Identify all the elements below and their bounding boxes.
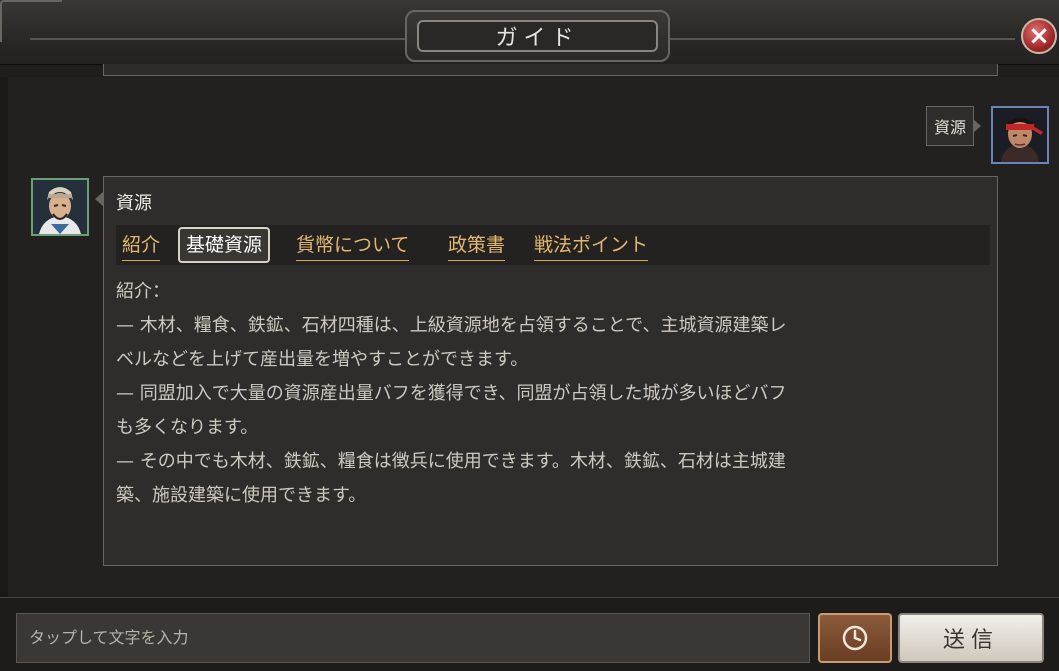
guide-avatar[interactable] [31,178,89,236]
send-button-label: 送信 [942,628,999,653]
user-message-text: 資源 [933,118,966,137]
clock-icon [842,625,868,651]
close-button[interactable]: × [1021,18,1057,54]
message-title: 資源 [116,193,152,214]
body-line: 紹介： [116,281,170,302]
close-icon: × [1028,21,1050,51]
title-ornament-line-left [30,38,405,40]
topic-tabbar: 紹介 基礎資源 貨幣について 政策書 戦法ポイント [116,225,990,265]
left-edge-strip [0,77,8,597]
title-ornament-line-right [670,38,1015,40]
body-line: — 同盟加入で大量の資源産出量バフを獲得でき、同盟が占領した城が多いほどバフ [116,383,787,404]
title-plate-inner: ガイド [417,20,658,52]
body-line: 築、施設建築に使用できます。 [116,485,367,506]
send-button[interactable]: 送信 [898,613,1044,663]
history-button[interactable] [818,613,892,663]
body-line: — その中でも木材、鉄鉱、糧食は徴兵に使用できます。木材、鉄鉱、石材は主城建 [116,451,786,472]
guide-window: ガイド × 資源 資源 紹介 基礎資源 貨幣について 政策書 戦法ポイント 紹介… [0,0,1059,671]
tab-tactic-points[interactable]: 戦法ポイント [534,230,649,261]
tab-basic-resources[interactable]: 基礎資源 [178,227,271,263]
guide-message-box: 資源 紹介 基礎資源 貨幣について 政策書 戦法ポイント 紹介： — 木材、糧食… [95,176,998,566]
title-bar: ガイド [0,0,1059,65]
message-body: 紹介： — 木材、糧食、鉄鉱、石材四種は、上級資源地を占領することで、主城資源建… [116,275,976,513]
tab-policy-book[interactable]: 政策書 [448,230,506,261]
body-line: も多くなります。 [116,417,259,438]
tab-currency[interactable]: 貨幣について [296,230,410,261]
body-line: — 木材、糧食、鉄鉱、石材四種は、上級資源地を占領することで、主城資源建築レ [116,315,787,336]
previous-message-edge [103,64,998,76]
title-plate: ガイド [405,10,670,62]
corner-ornament [0,0,62,42]
tab-intro[interactable]: 紹介 [122,230,161,261]
guide-portrait-icon [33,180,87,234]
user-avatar[interactable] [991,106,1049,164]
chat-input[interactable]: タップして文字を入力 [16,613,810,663]
user-portrait-icon [993,108,1047,162]
body-line: ベルなどを上げて産出量を増やすことができます。 [116,349,529,370]
window-title: ガイド [495,26,580,51]
user-message-bubble: 資源 [926,106,981,146]
